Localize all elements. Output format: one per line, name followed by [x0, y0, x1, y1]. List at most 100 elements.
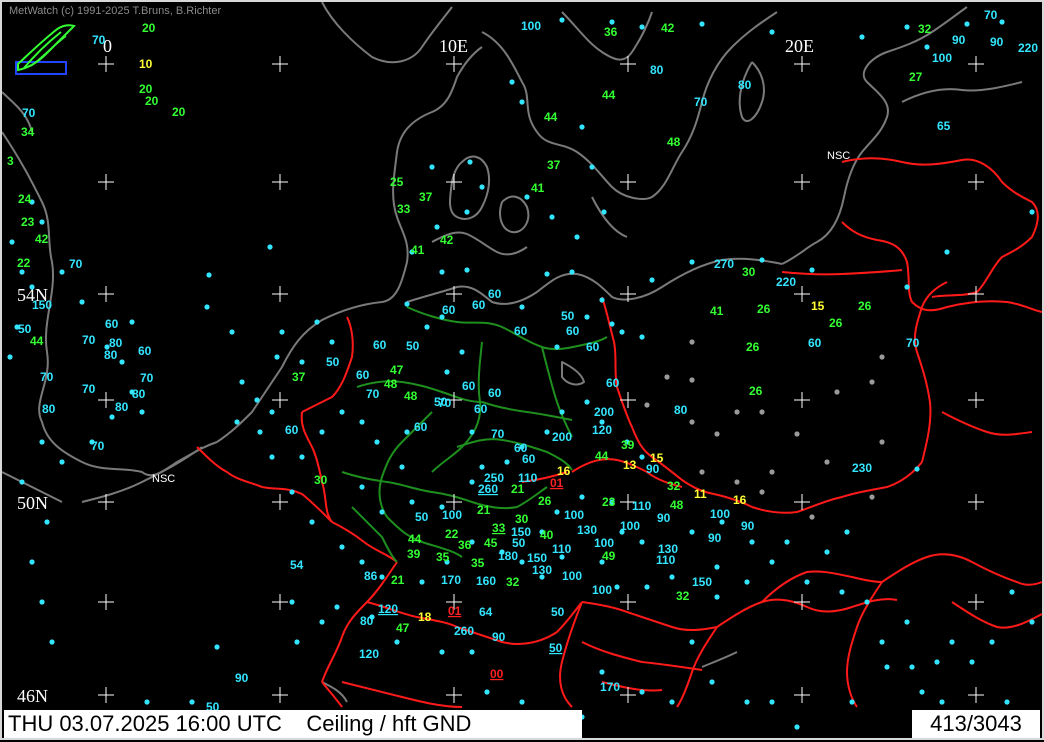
observation-value: 23	[602, 495, 616, 509]
station-dot	[709, 679, 715, 685]
observation-value: 44	[408, 532, 422, 546]
observation-value: 80	[115, 400, 129, 414]
observation-value: 60	[586, 340, 600, 354]
station-dot	[849, 699, 855, 705]
station-dot	[844, 529, 850, 535]
station-dot	[664, 374, 670, 380]
observation-value: 70	[22, 106, 36, 120]
observation-value: 70	[69, 257, 83, 271]
observation-value: 30	[314, 473, 328, 487]
observation-value: 220	[1018, 41, 1038, 55]
observation-value: 60	[285, 423, 299, 437]
observation-value: 50	[512, 536, 526, 550]
station-dot	[524, 194, 530, 200]
observation-value: 50	[434, 395, 448, 409]
station-dot	[689, 377, 695, 383]
station-dot	[7, 354, 13, 360]
station-dot	[314, 319, 320, 325]
station-dot	[269, 409, 275, 415]
station-dot	[329, 339, 335, 345]
station-dot	[269, 454, 275, 460]
station-dot	[334, 604, 340, 610]
observation-value: 70	[694, 95, 708, 109]
observation-value: 50	[326, 355, 340, 369]
station-dot	[969, 659, 975, 665]
station-dot	[804, 579, 810, 585]
station-dot	[549, 214, 555, 220]
station-dot	[614, 584, 620, 590]
observation-value: 01	[448, 604, 462, 618]
observation-value: 35	[471, 556, 485, 570]
observation-value: 80	[674, 403, 688, 417]
observation-value: 30	[515, 512, 529, 526]
station-dot	[669, 574, 675, 580]
station-dot	[404, 301, 410, 307]
observation-value: 35	[436, 550, 450, 564]
station-dot	[699, 21, 705, 27]
observation-value: 60	[472, 298, 486, 312]
observation-value: 47	[390, 363, 404, 377]
station-dot	[459, 349, 465, 355]
station-dot	[379, 509, 385, 515]
station-dot	[924, 44, 930, 50]
station-dot	[504, 459, 510, 465]
station-dot	[299, 454, 305, 460]
observation-value: 70	[366, 387, 380, 401]
observation-value: 54	[290, 558, 304, 572]
station-dot	[584, 314, 590, 320]
observation-value: 34	[21, 125, 35, 139]
observation-value: 50	[549, 641, 563, 655]
station-dot	[884, 664, 890, 670]
observation-value: 48	[384, 377, 398, 391]
station-dot	[579, 124, 585, 130]
observation-value: 60	[442, 303, 456, 317]
station-dot	[639, 24, 645, 30]
station-dot	[544, 429, 550, 435]
station-dot	[669, 699, 675, 705]
observation-value: 260	[454, 624, 474, 638]
station-dot	[469, 429, 475, 435]
observation-value: 170	[600, 680, 620, 694]
station-dot	[394, 639, 400, 645]
station-dot	[257, 429, 263, 435]
observation-value: 20	[172, 105, 186, 119]
station-dot	[879, 439, 885, 445]
station-dot	[424, 324, 430, 330]
station-dot	[519, 559, 525, 565]
station-dot	[59, 459, 65, 465]
station-dot	[644, 584, 650, 590]
station-dot	[919, 689, 925, 695]
station-dot	[339, 544, 345, 550]
station-dot	[429, 164, 435, 170]
observation-value: 32	[918, 22, 932, 36]
station-dot	[589, 164, 595, 170]
station-dot	[79, 299, 85, 305]
observation-value: 37	[419, 190, 433, 204]
station-dot	[689, 339, 695, 345]
grid-label-lat-46n: 46N	[17, 686, 48, 706]
station-dot	[909, 664, 915, 670]
station-dot	[734, 479, 740, 485]
observation-value: 130	[577, 523, 597, 537]
observation-value: 70	[140, 371, 154, 385]
station-dot	[204, 304, 210, 310]
station-dot	[59, 269, 65, 275]
copyright-text: MetWatch (c) 1991-2025 T.Bruns, B.Richte…	[9, 5, 222, 17]
observation-value: 80	[132, 387, 146, 401]
weather-map[interactable]: 0 10E 20E 54N 50N 46N NSC NSC 70 20 10 20 20…	[2, 2, 1044, 742]
nsc-label: NSC	[152, 473, 175, 485]
status-count: 413/3043	[912, 710, 1040, 738]
station-dot	[519, 304, 525, 310]
observation-value: 32	[506, 575, 520, 589]
observation-value: 110	[552, 542, 572, 556]
observation-value: 200	[552, 430, 572, 444]
observation-value: 110	[632, 499, 652, 513]
observation-value: 36	[604, 25, 618, 39]
observation-value: 90	[741, 519, 755, 533]
station-dot	[824, 459, 830, 465]
observation-value: 90	[708, 531, 722, 545]
station-dot	[469, 649, 475, 655]
observation-value: 16	[733, 493, 747, 507]
station-dot	[374, 439, 380, 445]
station-dot	[294, 639, 300, 645]
